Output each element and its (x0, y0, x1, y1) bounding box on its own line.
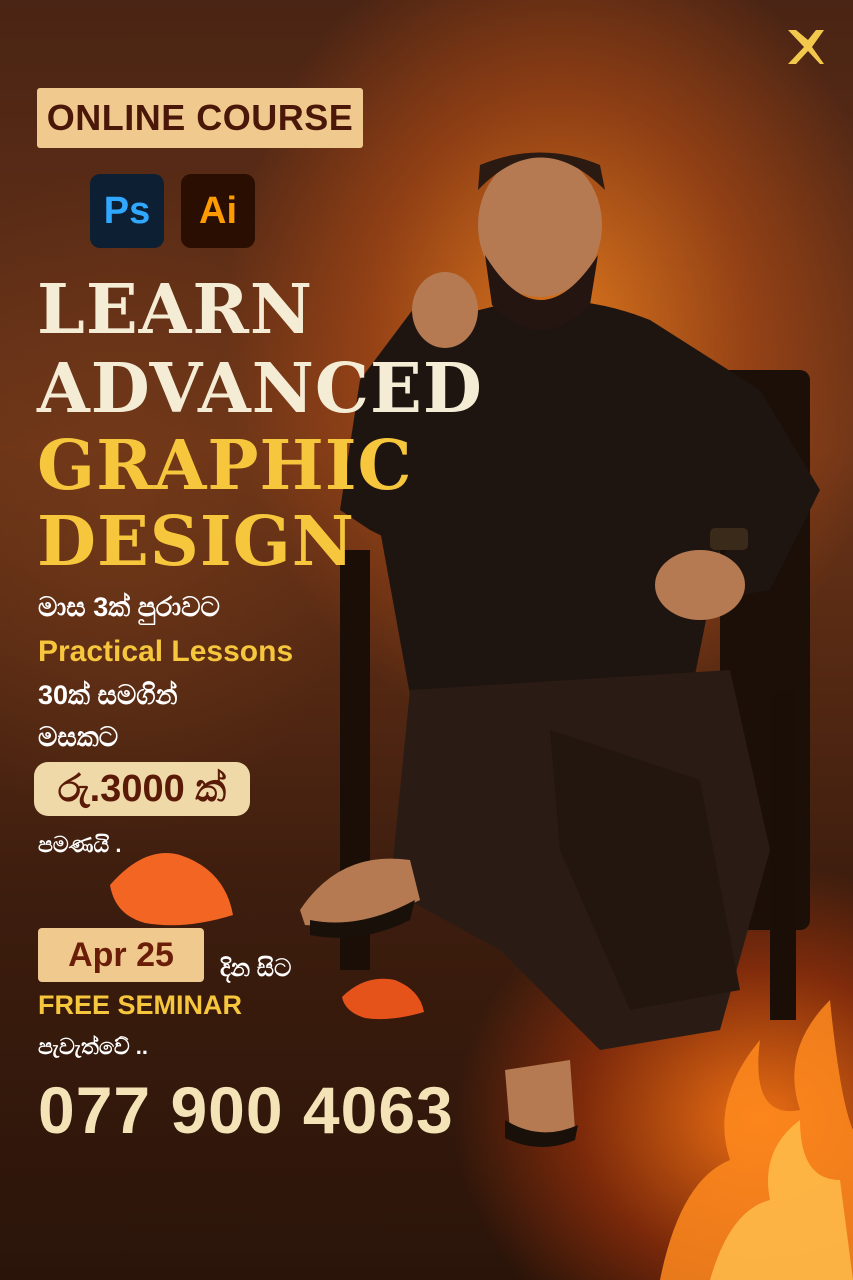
only-text: පමණයි . (38, 832, 122, 857)
illustrator-icon: Ai (181, 174, 255, 248)
practical-lessons-text: Practical Lessons (38, 635, 294, 668)
headline-line-3: GRAPHIC (37, 426, 413, 506)
lessons-count-text: 30ක් සමගින් (38, 680, 178, 710)
price-label: රු.3000 ක් (57, 767, 227, 810)
illustrator-label: Ai (199, 189, 237, 232)
free-seminar-text: FREE SEMINAR (38, 990, 243, 1020)
seminar-date: Apr 25 (68, 935, 174, 974)
headline-line-4: DESIGN (37, 502, 355, 582)
poster: ONLINE COURSE Ps Ai LEARN ADVANCED GRAPH… (0, 0, 853, 1280)
orange-leaf-icon (342, 978, 424, 1020)
monthly-text: මසකට (38, 722, 119, 752)
online-course-badge: ONLINE COURSE (37, 88, 363, 148)
from-date-text: දින සිට (220, 955, 292, 982)
photoshop-label: Ps (103, 189, 151, 232)
price-badge: රු.3000 ක් (34, 762, 250, 816)
x-logo-icon (788, 30, 824, 64)
orange-leaf-icon (110, 853, 233, 926)
headline-line-1: LEARN (37, 270, 314, 350)
fire-flames (660, 1000, 853, 1280)
badge-label: ONLINE COURSE (46, 97, 354, 138)
held-text: පැවැත්වේ .. (38, 1034, 148, 1059)
phone-number[interactable]: 077 900 4063 (38, 1072, 454, 1148)
headline-line-2: ADVANCED (37, 349, 483, 429)
seminar-date-badge: Apr 25 (38, 928, 204, 982)
photoshop-icon: Ps (90, 174, 164, 248)
duration-text: මාස 3ක් පුරාවට (38, 592, 220, 622)
